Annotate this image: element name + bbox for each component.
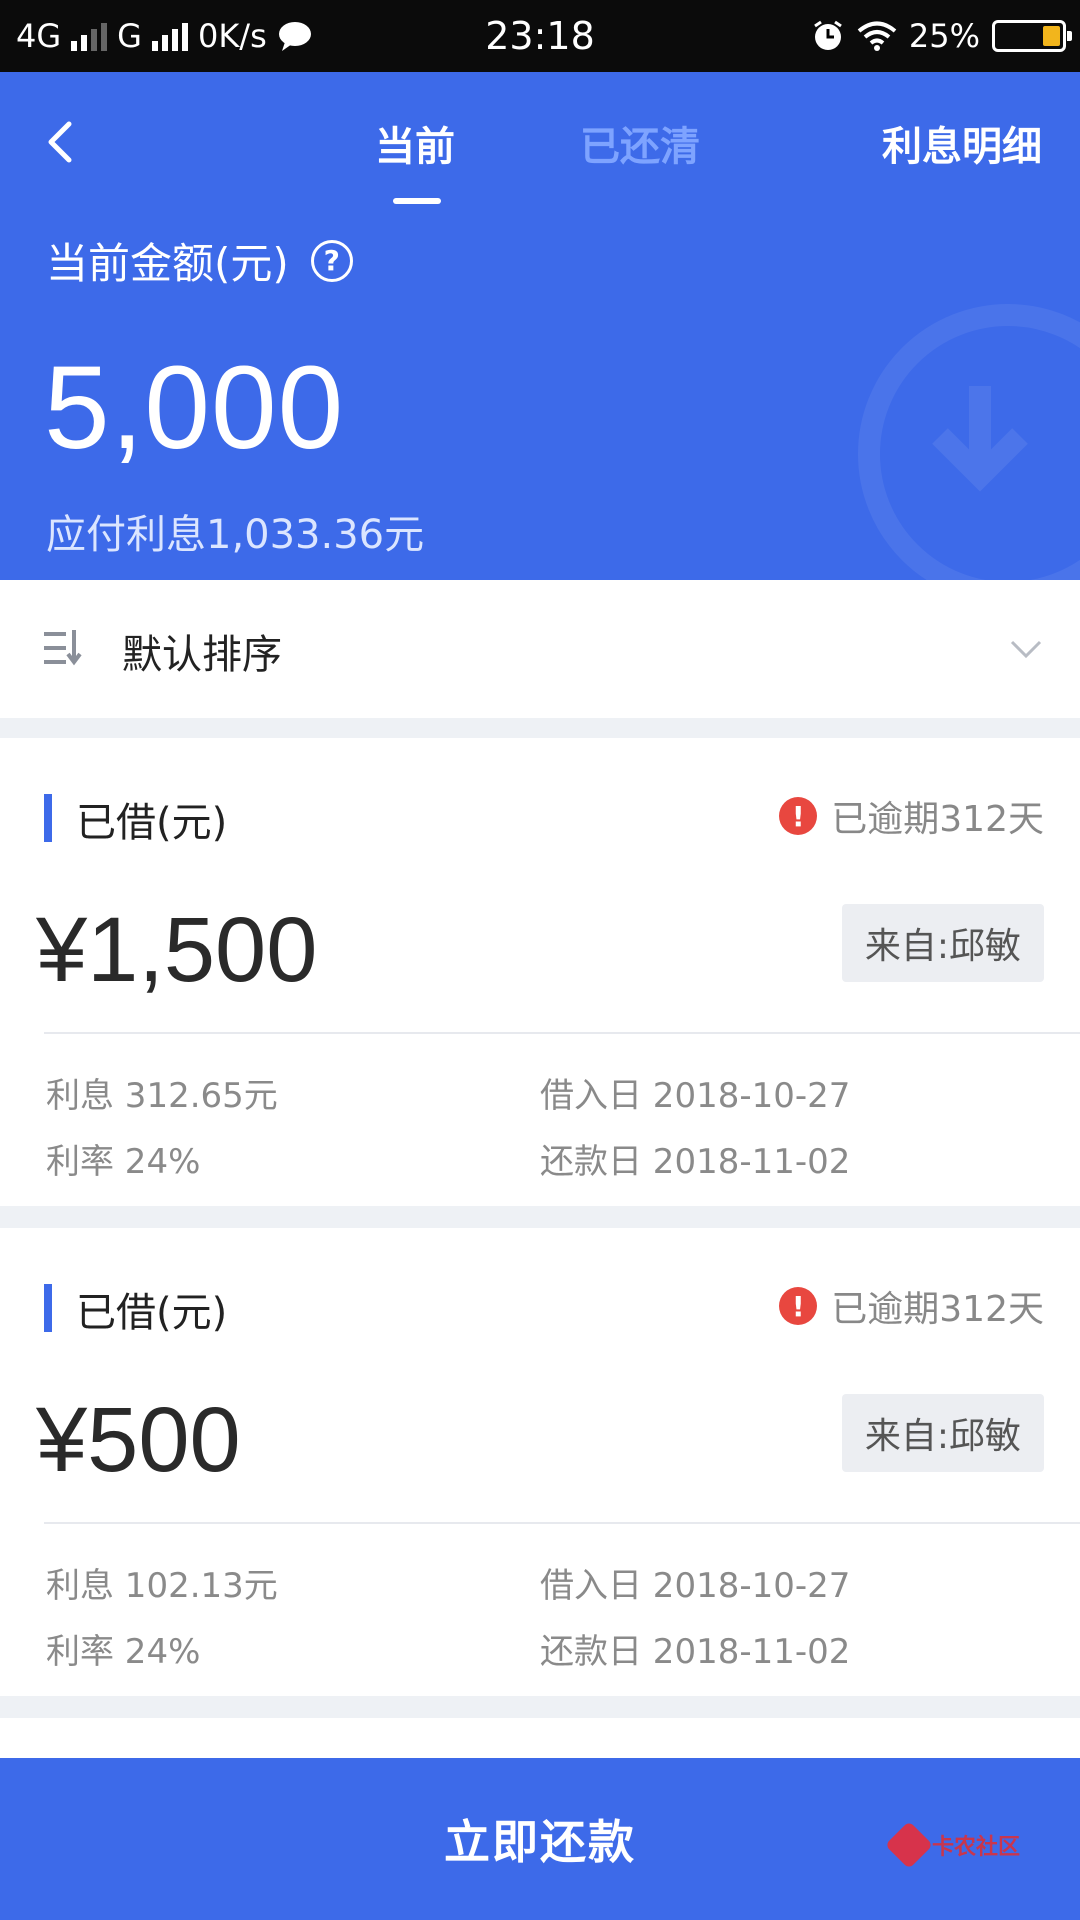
- loan-borrow-date: 借入日 2018-10-27: [540, 1076, 851, 1116]
- repay-bar: 立即还款 卡农社区: [0, 1758, 1080, 1920]
- watermark-logo: 卡农社区: [884, 1820, 1020, 1870]
- header: 当前 已还清 利息明细 当前金额(元) ? 5,000 应付利息1,033.36…: [0, 72, 1080, 580]
- watermark-logo-icon: [884, 1820, 934, 1870]
- sort-icon: [44, 630, 82, 666]
- loan-rate: 利率 24%: [46, 1142, 201, 1182]
- loan-borrow-date: 借入日 2018-10-27: [540, 1566, 851, 1606]
- current-amount-label: 当前金额(元) ?: [46, 230, 353, 291]
- interest-due-text: 应付利息1,033.36元: [46, 512, 425, 558]
- back-button[interactable]: [30, 112, 90, 172]
- loan-title: 已借(元): [76, 800, 228, 846]
- warning-icon: !: [779, 1287, 818, 1325]
- loan-amount: ¥500: [36, 1389, 241, 1491]
- interest-detail-link[interactable]: 利息明细: [882, 114, 1042, 172]
- loan-card[interactable]: 已借(元) ! 已逾期312天 ¥1,500 来自:邱敏 利息 312.65元 …: [0, 738, 1080, 1206]
- back-arrow-icon: [48, 121, 72, 163]
- wifi-icon: [857, 21, 897, 51]
- loan-card[interactable]: 已借(元) ! 已逾期312天 ¥500 来自:邱敏 利息 102.13元 利率…: [0, 1228, 1080, 1696]
- chevron-down-icon: [1010, 640, 1042, 659]
- loan-title: 已借(元): [76, 1290, 228, 1336]
- overdue-status: ! 已逾期312天: [779, 790, 1044, 842]
- battery-fill: [1043, 26, 1060, 46]
- sort-label: 默认排序: [122, 632, 282, 678]
- lender-badge: 来自:邱敏: [842, 904, 1044, 982]
- decorative-download-circle-icon: [858, 304, 1080, 580]
- lender-badge: 来自:邱敏: [842, 1394, 1044, 1472]
- warning-icon: !: [779, 797, 818, 835]
- overdue-text: 已逾期312天: [831, 799, 1044, 840]
- loan-repay-date: 还款日 2018-11-02: [540, 1632, 851, 1672]
- current-amount-value: 5,000: [44, 342, 345, 474]
- loan-interest: 利息 102.13元: [46, 1566, 278, 1606]
- status-right: 25%: [811, 14, 1072, 58]
- loan-repay-date: 还款日 2018-11-02: [540, 1142, 851, 1182]
- next-loan-card-peek: [0, 1718, 1080, 1758]
- divider: [44, 1522, 1080, 1524]
- loan-rate: 利率 24%: [46, 1632, 201, 1672]
- status-bar: 4G G 0K/s 23:18 25%: [0, 0, 1080, 72]
- divider: [44, 1032, 1080, 1034]
- tab-settled[interactable]: 已还清: [580, 114, 700, 172]
- alarm-icon: [814, 20, 842, 50]
- watermark-text: 卡农社区: [931, 1835, 1020, 1860]
- current-amount-label-text: 当前金额(元): [46, 239, 289, 288]
- loan-amount: ¥1,500: [36, 899, 318, 1001]
- tab-current[interactable]: 当前: [375, 114, 455, 172]
- tab-active-indicator: [393, 198, 441, 204]
- card-accent-bar: [44, 1284, 52, 1332]
- loan-interest: 利息 312.65元: [46, 1076, 278, 1116]
- card-accent-bar: [44, 794, 52, 842]
- overdue-text: 已逾期312天: [831, 1289, 1044, 1330]
- battery-icon: [992, 20, 1072, 52]
- overdue-status: ! 已逾期312天: [779, 1280, 1044, 1332]
- battery-percent: 25%: [908, 17, 980, 55]
- sort-selector[interactable]: 默认排序: [0, 580, 1080, 718]
- help-icon[interactable]: ?: [310, 239, 353, 282]
